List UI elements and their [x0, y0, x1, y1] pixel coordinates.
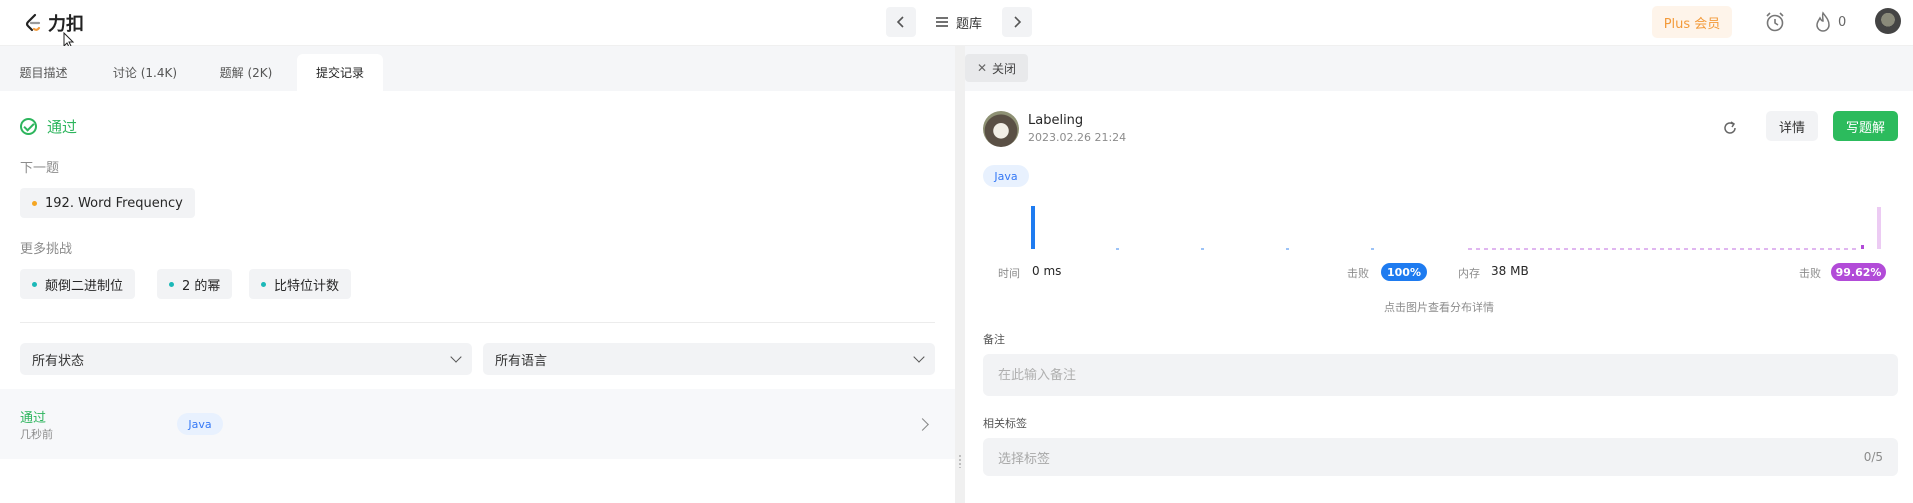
plus-membership-button[interactable]: Plus 会员 — [1652, 6, 1732, 38]
difficulty-dot — [169, 281, 174, 287]
tab-solutions[interactable]: 题解 (2K) — [206, 54, 286, 91]
runtime-value: 0 ms — [1032, 264, 1062, 278]
more-challenges-label: 更多挑战 — [20, 242, 73, 257]
runtime-bar — [1371, 248, 1374, 250]
divider — [20, 322, 935, 323]
memory-bar — [1877, 207, 1881, 249]
accepted-status: 通过 — [20, 116, 77, 137]
chevron-down-icon — [450, 351, 462, 363]
challenge-chip[interactable]: 比特位计数 — [249, 269, 352, 299]
problemset-button[interactable]: 题库 — [930, 13, 988, 32]
accepted-status-text: 通过 — [47, 118, 78, 136]
runtime-label: 时间 — [998, 267, 1020, 280]
problem-navigation: 题库 — [886, 7, 1033, 37]
runtime-bar — [1116, 248, 1119, 250]
check-circle-icon — [20, 118, 37, 135]
user-avatar[interactable] — [1875, 8, 1901, 34]
tab-submissions[interactable]: 提交记录 — [297, 54, 383, 91]
next-problem-title: 192. Word Frequency — [45, 195, 183, 211]
language-filter-value: 所有语言 — [495, 353, 548, 369]
refresh-icon[interactable] — [1722, 120, 1738, 136]
drag-handle-icon[interactable] — [958, 454, 962, 468]
leetcode-logo-icon — [25, 13, 41, 32]
next-problem-chip[interactable]: 192. Word Frequency — [20, 188, 195, 218]
challenge-title: 比特位计数 — [274, 278, 340, 294]
problemset-label: 题库 — [956, 16, 983, 32]
next-problem-button[interactable] — [1002, 7, 1033, 37]
memory-beat-label: 击败 — [1799, 267, 1821, 280]
tags-placeholder: 选择标签 — [998, 451, 1051, 467]
runtime-beat-label: 击败 — [1347, 267, 1369, 280]
status-filter-value: 所有状态 — [32, 353, 85, 369]
streak-count: 0 — [1838, 14, 1847, 30]
next-problem-label: 下一题 — [20, 161, 60, 176]
previous-problem-button[interactable] — [886, 7, 916, 37]
streak-counter[interactable]: 0 — [1814, 11, 1846, 33]
difficulty-dot — [32, 281, 37, 287]
detail-button[interactable]: 详情 — [1766, 111, 1818, 141]
detail-tab-bar — [965, 46, 1913, 91]
submission-detail-panel: Labeling 2023.02.26 21:24 详情 写题解 Java 时间… — [965, 91, 1913, 503]
top-navigation-bar: 力扣 题库 Plus 会员 0 — [0, 0, 1913, 50]
runtime-beat-badge: 100% — [1381, 263, 1427, 281]
panel-splitter[interactable] — [955, 46, 965, 503]
challenge-chip[interactable]: 颠倒二进制位 — [20, 269, 136, 299]
language-filter-select[interactable]: 所有语言 — [483, 343, 935, 375]
tags-label: 相关标签 — [983, 417, 1027, 430]
left-panel: 题目描述 讨论 (1.4K) 题解 (2K) 提交记录 通过 下一题 192. … — [0, 46, 955, 503]
difficulty-dot — [261, 281, 266, 287]
difficulty-dot — [32, 200, 37, 206]
chevron-right-icon — [916, 418, 929, 431]
chevron-down-icon — [913, 351, 925, 363]
submission-language-badge: Java — [177, 413, 223, 435]
challenge-title: 颠倒二进制位 — [45, 278, 124, 294]
close-label: 关闭 — [992, 61, 1017, 76]
memory-bar — [1861, 245, 1864, 249]
tab-discussion[interactable]: 讨论 (1.4K) — [104, 54, 186, 91]
chevron-right-icon — [1014, 16, 1022, 28]
memory-value: 38 MB — [1491, 264, 1529, 278]
note-field[interactable] — [983, 354, 1898, 396]
challenge-title: 2 的幂 — [182, 278, 221, 294]
submission-row[interactable]: 通过 几秒前 Java — [0, 389, 955, 459]
chart-hint: 点击图片查看分布详情 — [1384, 301, 1494, 314]
flame-icon — [1816, 11, 1830, 32]
write-solution-button[interactable]: 写题解 — [1833, 111, 1898, 141]
submission-date: 2023.02.26 21:24 — [1028, 131, 1127, 144]
chevron-left-icon — [896, 16, 904, 28]
submission-time: 几秒前 — [20, 428, 53, 441]
language-badge: Java — [983, 165, 1029, 187]
alarm-clock-icon[interactable] — [1764, 11, 1786, 33]
challenge-chip[interactable]: 2 的幂 — [157, 269, 233, 299]
submission-status: 通过 — [20, 411, 47, 426]
distribution-chart[interactable] — [988, 203, 1888, 253]
memory-label: 内存 — [1458, 267, 1480, 280]
tab-description[interactable]: 题目描述 — [6, 54, 81, 91]
runtime-bar — [1286, 248, 1289, 250]
list-icon — [936, 17, 948, 27]
status-filter-select[interactable]: 所有状态 — [20, 343, 472, 375]
runtime-bar — [1201, 248, 1204, 250]
close-detail-button[interactable]: ✕ 关闭 — [965, 54, 1028, 82]
tags-select[interactable]: 选择标签 0/5 — [983, 438, 1898, 476]
note-input[interactable] — [998, 367, 1883, 383]
submitter-username[interactable]: Labeling — [1028, 113, 1083, 128]
problem-tabs: 题目描述 讨论 (1.4K) 题解 (2K) 提交记录 — [0, 46, 955, 91]
close-icon: ✕ — [976, 61, 988, 75]
runtime-bar — [1031, 206, 1035, 249]
tags-counter: 0/5 — [1863, 450, 1883, 464]
submitter-avatar[interactable] — [983, 111, 1019, 147]
note-label: 备注 — [983, 333, 1005, 346]
memory-beat-badge: 99.62% — [1831, 263, 1886, 281]
